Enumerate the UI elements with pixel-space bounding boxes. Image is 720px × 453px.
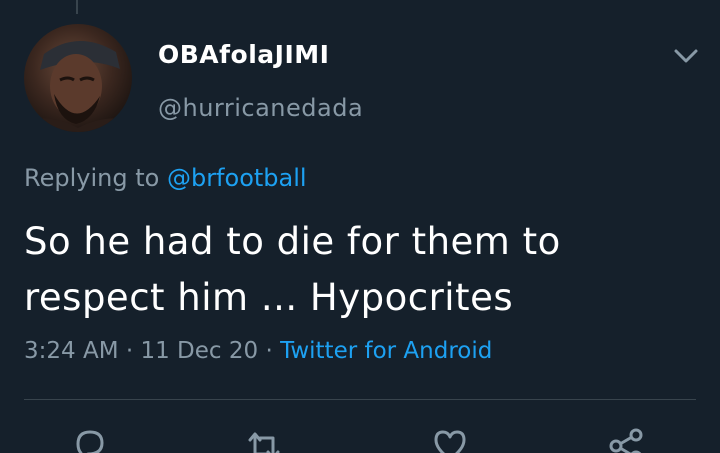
divider [24, 399, 696, 400]
tweet-source[interactable]: Twitter for Android [280, 338, 492, 364]
replying-to-label: Replying to [24, 164, 160, 192]
tweet-date: 11 Dec 20 [140, 338, 259, 364]
replying-to-line: Replying to @brfootball [24, 164, 307, 192]
chevron-down-icon[interactable] [672, 44, 700, 68]
user-handle[interactable]: @hurricanedada [158, 94, 363, 122]
meta-separator: · [125, 338, 134, 364]
avatar-photo [24, 40, 132, 132]
meta-separator: · [265, 338, 273, 364]
tweet-text: So he had to die for them to respect him… [24, 220, 561, 319]
tweet-time: 3:24 AM [24, 338, 119, 364]
tweet-meta: 3:24 AM · 11 Dec 20 · Twitter for Androi… [24, 338, 492, 364]
display-name[interactable]: OBAfolaJIMI [158, 40, 329, 69]
share-icon[interactable] [606, 426, 646, 453]
thread-line [76, 0, 78, 14]
heart-icon[interactable] [430, 426, 470, 453]
reply-icon[interactable] [70, 426, 110, 453]
replying-to-mention[interactable]: @brfootball [167, 164, 307, 192]
tweet-card: OBAfolaJIMI @hurricanedada Replying to @… [0, 0, 720, 453]
avatar[interactable] [24, 24, 132, 132]
retweet-icon[interactable] [244, 426, 284, 453]
